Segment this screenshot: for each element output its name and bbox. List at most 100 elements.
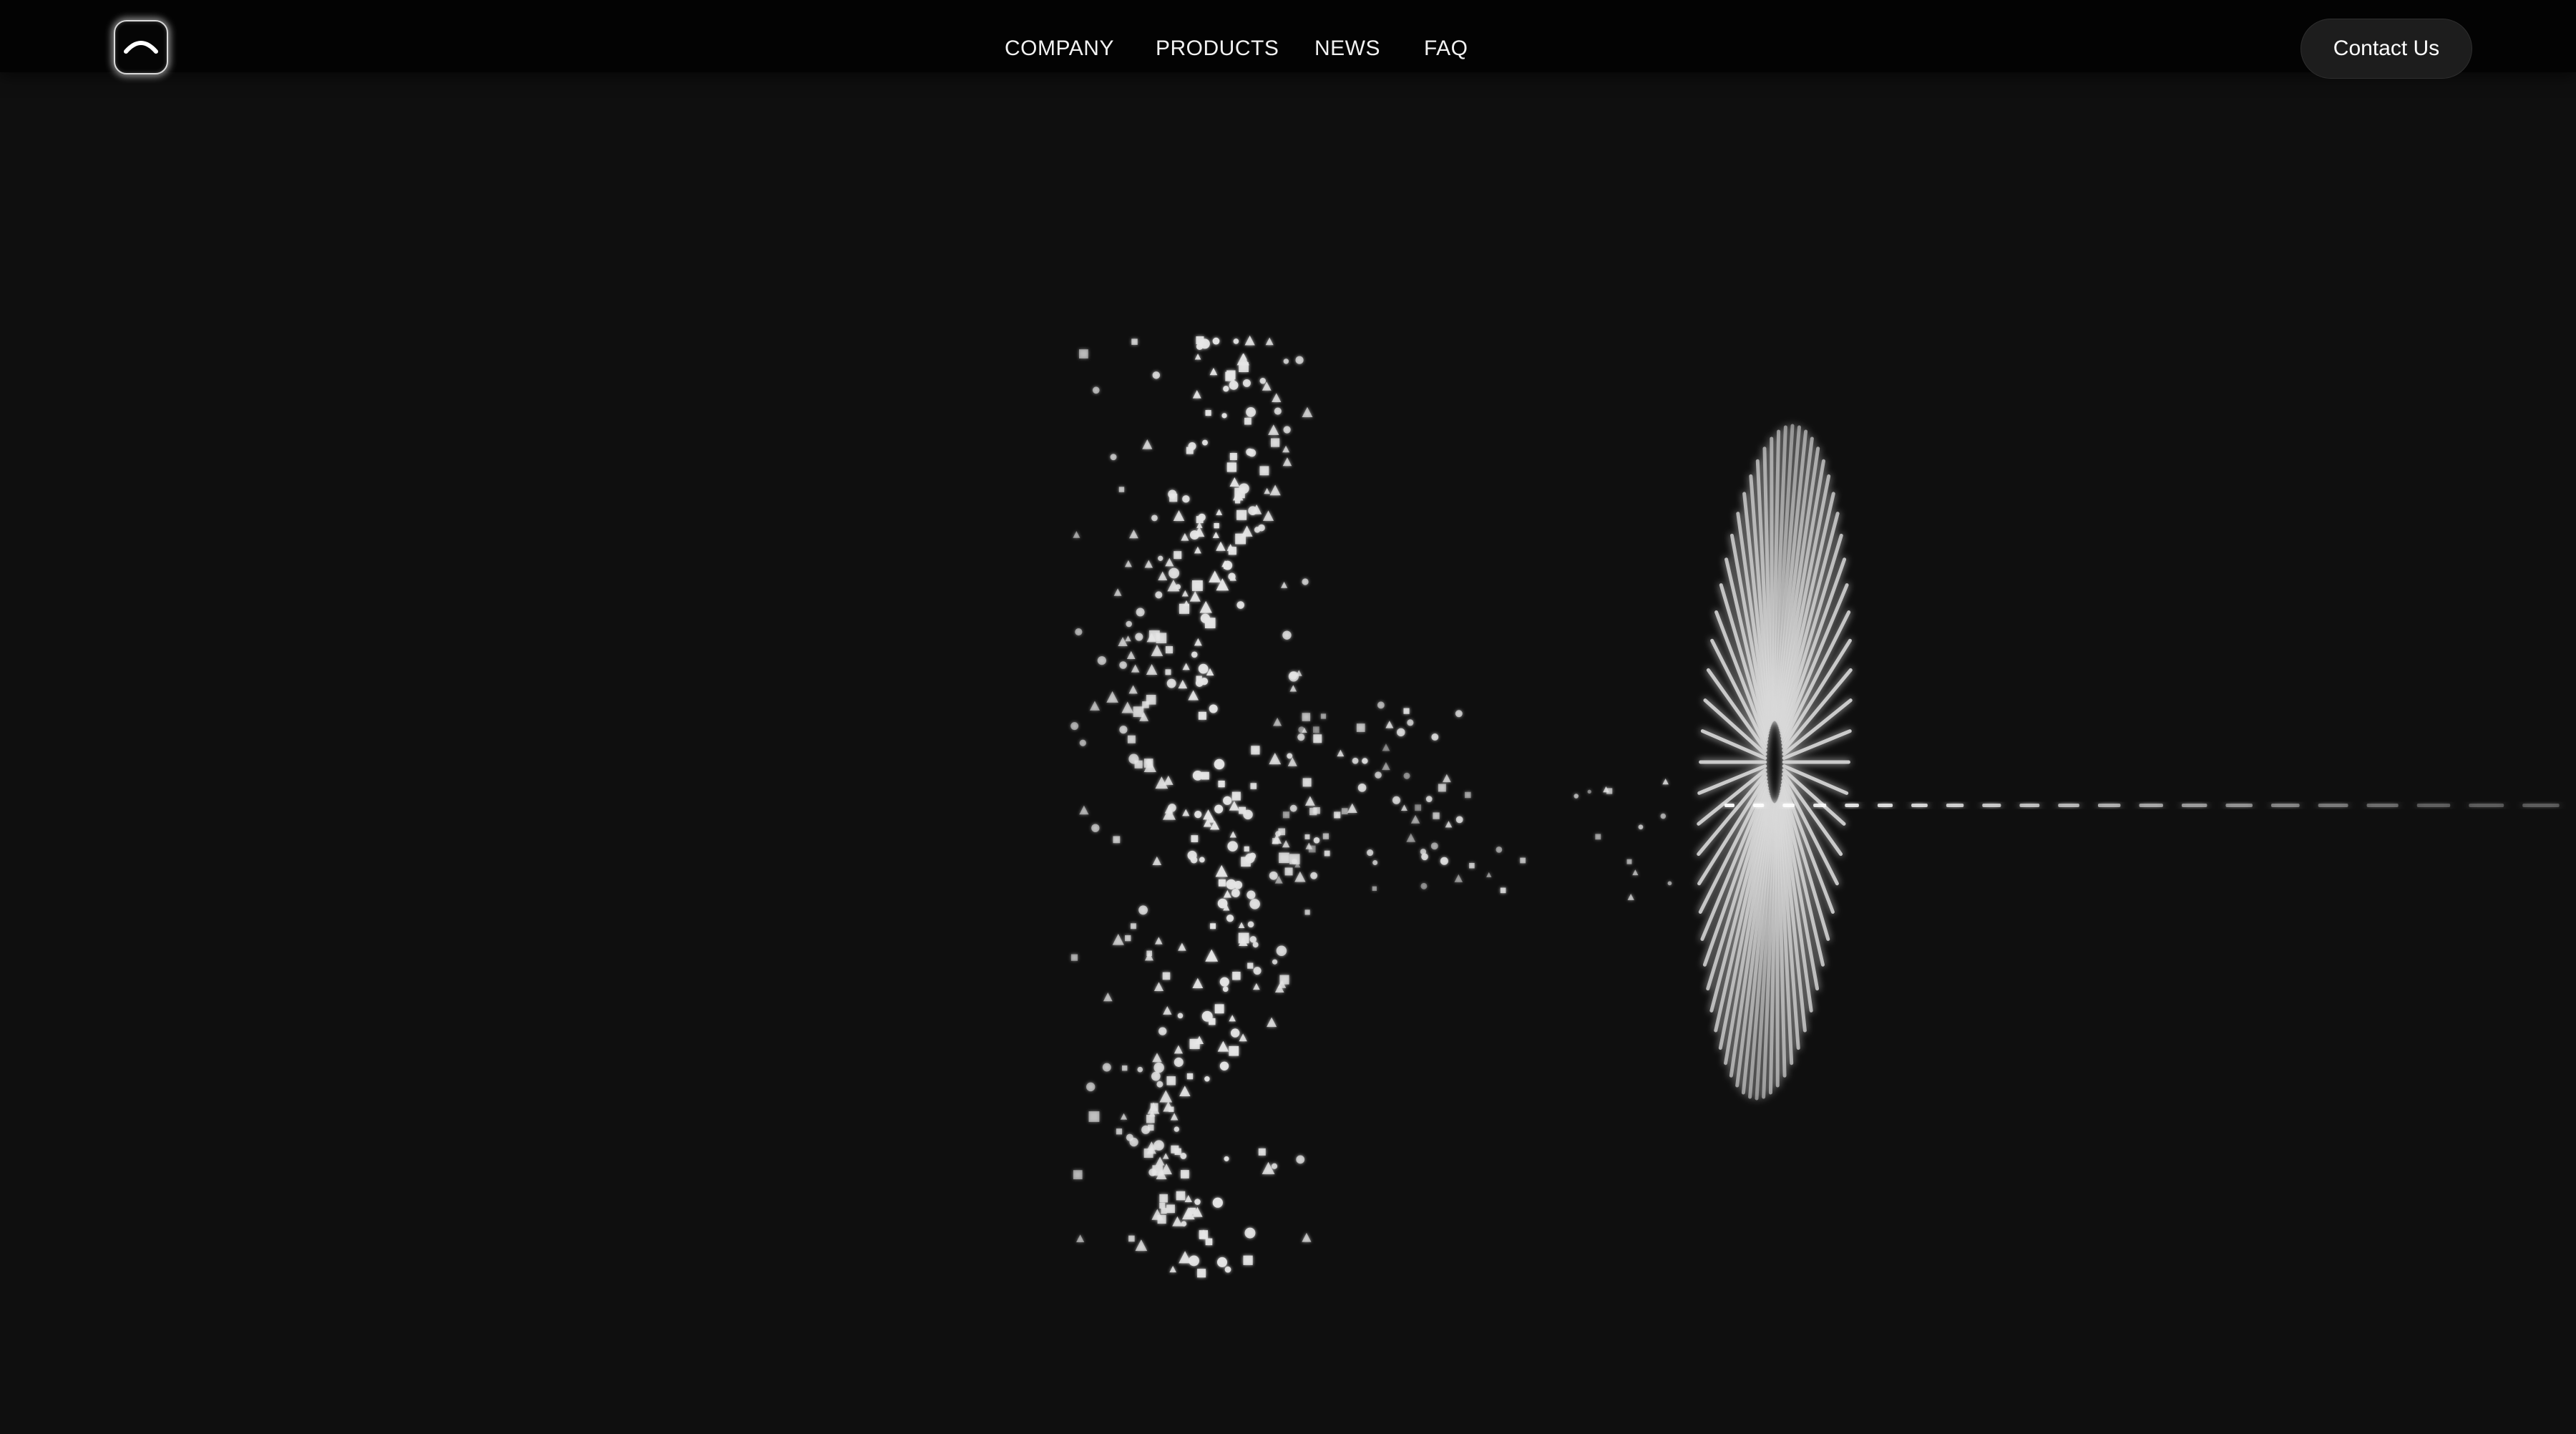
particle <box>1226 914 1234 922</box>
particle <box>1304 909 1310 915</box>
particle <box>1667 881 1672 886</box>
particle <box>1251 746 1260 755</box>
particle <box>1179 1251 1192 1264</box>
particle <box>1442 774 1451 783</box>
particle <box>1138 905 1148 915</box>
particle <box>1146 950 1152 957</box>
nav-link-faq[interactable]: FAQ <box>1424 34 1468 63</box>
particle <box>1118 637 1128 647</box>
particle <box>1606 788 1613 794</box>
particle <box>1312 726 1319 733</box>
particle <box>1217 898 1228 909</box>
particle <box>1127 735 1136 743</box>
particle <box>1231 889 1240 897</box>
contact-us-button[interactable]: Contact Us <box>2301 19 2472 79</box>
particle <box>1223 386 1229 392</box>
particle <box>1156 1081 1163 1088</box>
signal-dash <box>2416 804 2451 807</box>
particle <box>1113 588 1122 596</box>
particle <box>1377 701 1385 709</box>
signal-dash <box>1753 804 1765 807</box>
signal-dash <box>1845 804 1859 807</box>
particle <box>1231 791 1241 801</box>
particle <box>1153 1140 1164 1151</box>
particle <box>1165 669 1171 675</box>
particle <box>1137 1066 1143 1073</box>
particle <box>1294 871 1306 882</box>
particle <box>1302 1232 1312 1242</box>
particle <box>1431 733 1439 741</box>
particle <box>1283 358 1289 364</box>
particle <box>1187 850 1197 861</box>
particle-wave-graphic <box>1070 335 2560 1278</box>
particle <box>1106 691 1118 703</box>
particle <box>1626 859 1632 864</box>
particle <box>1189 1207 1196 1215</box>
particle <box>1574 794 1579 799</box>
top-navbar: COMPANY PRODUCTS NEWS FAQ Contact Us <box>0 0 2576 79</box>
particle <box>1356 723 1365 732</box>
particle <box>1236 353 1249 366</box>
signal-dash <box>2469 804 2504 807</box>
particle <box>1278 828 1286 836</box>
particle <box>1289 685 1297 692</box>
particle <box>1627 893 1634 900</box>
particle <box>1227 841 1238 852</box>
signal-dash <box>2019 804 2040 807</box>
particle <box>1302 406 1313 418</box>
particle <box>1438 784 1446 792</box>
particle <box>1253 967 1262 975</box>
particle <box>1191 835 1199 842</box>
nav-link-news[interactable]: NEWS <box>1314 34 1380 63</box>
particle <box>1269 752 1282 765</box>
signal-dash <box>2318 804 2348 807</box>
particle <box>1198 663 1209 674</box>
particle <box>1284 867 1293 876</box>
nav-link-company[interactable]: COMPANY <box>1005 34 1114 63</box>
particle <box>1184 1194 1193 1203</box>
particle <box>1288 671 1299 682</box>
particle <box>1310 872 1318 879</box>
signal-dash <box>2366 804 2399 807</box>
particle <box>1267 1017 1277 1028</box>
particle <box>1162 972 1171 980</box>
particle <box>1638 824 1644 830</box>
particle <box>1239 806 1246 814</box>
particle <box>1218 780 1225 788</box>
particle <box>1496 847 1503 853</box>
particle <box>1587 789 1591 794</box>
particle <box>1204 1076 1210 1082</box>
particle <box>1271 438 1280 447</box>
particle <box>1118 487 1125 492</box>
particle <box>1155 937 1163 945</box>
particle <box>1392 796 1401 804</box>
particle <box>1289 804 1297 812</box>
particle <box>1272 959 1278 965</box>
particle <box>1209 704 1218 713</box>
particle <box>1243 1255 1253 1265</box>
particle <box>1229 452 1237 460</box>
particle <box>1162 1153 1169 1159</box>
particle <box>1430 842 1438 850</box>
particle <box>1302 713 1311 721</box>
particle <box>1125 635 1131 642</box>
particle <box>1189 591 1201 602</box>
particle <box>1253 982 1260 990</box>
particle <box>1268 424 1279 435</box>
hero-section <box>0 0 2576 1434</box>
particle <box>1175 584 1181 590</box>
particle <box>1245 853 1255 864</box>
signal-dash <box>1877 804 1893 807</box>
particle <box>1176 1191 1186 1201</box>
nav-link-products[interactable]: PRODUCTS <box>1156 34 1279 63</box>
signal-dash <box>2270 804 2300 807</box>
signal-dash <box>2097 804 2121 807</box>
signal-dash <box>1724 804 1735 807</box>
particle <box>1362 758 1368 764</box>
particle <box>1209 368 1218 376</box>
particle <box>1174 551 1182 560</box>
particle <box>1214 804 1224 814</box>
particle <box>1249 936 1257 943</box>
particle <box>1092 386 1100 394</box>
particle <box>1097 655 1106 665</box>
